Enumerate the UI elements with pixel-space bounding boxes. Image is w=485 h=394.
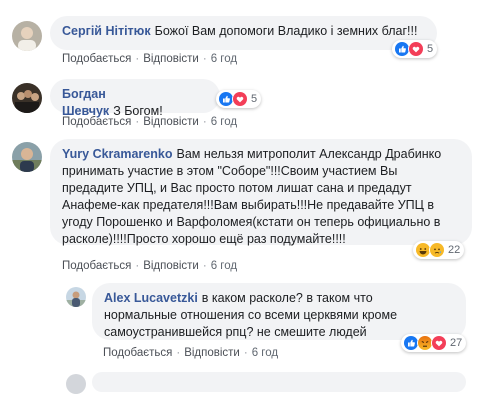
reaction-count: 27 bbox=[450, 337, 463, 349]
avatar[interactable] bbox=[66, 287, 86, 307]
reply-link[interactable]: Відповісти bbox=[184, 347, 240, 359]
next-reply-avatar bbox=[66, 374, 86, 394]
love-icon bbox=[431, 335, 447, 351]
reaction-summary[interactable]: 27 bbox=[401, 334, 467, 352]
separator-dot: · bbox=[243, 347, 248, 359]
next-reply-bubble bbox=[92, 372, 466, 392]
comment-reply: Alex Lucavetzki в каком расколе? в таком … bbox=[0, 0, 485, 365]
comment-actions: Подобається · Відповісти · 6 год bbox=[103, 347, 278, 359]
comment-bubble: Alex Lucavetzki в каком расколе? в таком … bbox=[92, 283, 466, 340]
comment-author-link[interactable]: Alex Lucavetzki bbox=[104, 291, 198, 305]
timestamp[interactable]: 6 год bbox=[252, 347, 278, 359]
separator-dot: · bbox=[176, 347, 181, 359]
like-link[interactable]: Подобається bbox=[103, 347, 172, 359]
